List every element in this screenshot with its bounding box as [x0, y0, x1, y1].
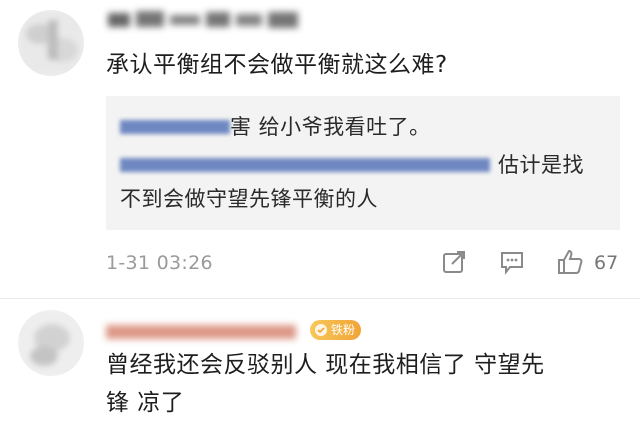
comment-text: 承认平衡组不会做平衡就这么难?: [106, 52, 448, 78]
reply-username-redacted[interactable]: [118, 150, 496, 178]
reply-preview[interactable]: 害 给小爷我看吐了。 估计是找 不到会做守望先锋平衡的人: [106, 96, 620, 230]
comment-text: 锋 凉了: [106, 390, 185, 416]
avatar[interactable]: [18, 310, 84, 376]
fan-badge: 铁粉: [310, 320, 362, 340]
username-redacted[interactable]: [104, 5, 309, 33]
avatar[interactable]: [18, 10, 84, 76]
timestamp: 1-31 03:26: [106, 252, 213, 274]
badge-label: 铁粉: [331, 323, 356, 337]
thumbs-up-icon: [558, 249, 583, 274]
comment-item-1: 承认平衡组不会做平衡就这么难? 害 给小爷我看吐了。 估计是找 不到会做守望先锋…: [0, 0, 640, 300]
share-icon: [443, 251, 465, 273]
comment-text: 曾经我还会反驳别人 现在我相信了 守望先: [106, 352, 545, 378]
comment-icon: [501, 252, 523, 275]
reply-text-3: 不到会做守望先锋平衡的人: [120, 187, 378, 211]
reply-username-redacted[interactable]: [118, 112, 238, 140]
reply-text-1: 害 给小爷我看吐了。: [230, 115, 431, 139]
username-redacted[interactable]: [104, 317, 304, 345]
reply-text-2: 估计是找: [498, 153, 584, 177]
share-button[interactable]: [440, 248, 468, 276]
reply-button[interactable]: [498, 248, 526, 276]
divider: [0, 298, 640, 299]
like-count: 67: [594, 252, 619, 274]
badge-icon: [314, 323, 328, 337]
like-button[interactable]: [556, 248, 584, 276]
